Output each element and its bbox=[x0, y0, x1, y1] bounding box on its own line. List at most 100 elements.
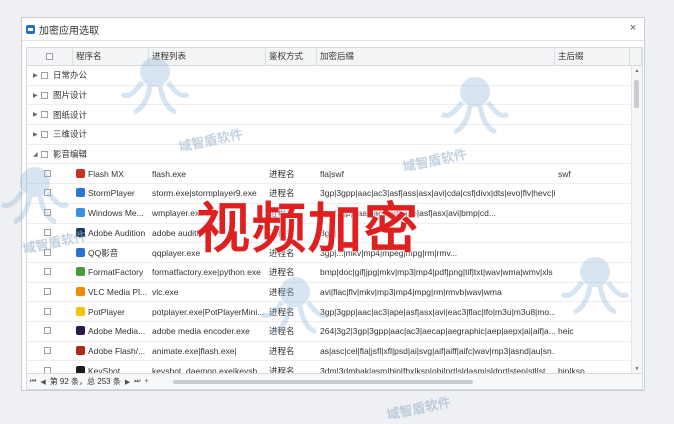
table-row[interactable]: StormPlayer storm.exe|stormplayer9.exe 进程名… bbox=[27, 184, 632, 204]
table-row[interactable]: Adobe Flash/... animate.exe|flash.exe| 进程名… bbox=[27, 342, 632, 362]
scroll-up-icon[interactable]: ▲ bbox=[633, 68, 641, 74]
app-icon bbox=[76, 188, 85, 198]
header-process[interactable]: 进程列表 bbox=[149, 48, 266, 65]
row-select[interactable] bbox=[27, 342, 73, 360]
row-select[interactable] bbox=[27, 283, 73, 301]
watermark-text: 域智盾软件 bbox=[385, 394, 453, 423]
header-select-all[interactable] bbox=[27, 48, 73, 65]
table-row[interactable]: Windows Me... wmplayer.exe 进程名 3gp|3gpp|aac… bbox=[27, 204, 632, 224]
group-label: 三维设计 bbox=[53, 129, 88, 140]
row-checkbox[interactable] bbox=[44, 189, 51, 197]
row-select[interactable] bbox=[27, 303, 73, 321]
cell-program: Adobe Flash/... bbox=[73, 342, 149, 360]
row-checkbox[interactable] bbox=[44, 307, 51, 315]
cell-auth: 进程名 bbox=[269, 286, 295, 297]
row-checkbox[interactable] bbox=[44, 209, 51, 217]
row-select[interactable] bbox=[27, 224, 73, 242]
cell-program: Adobe Audition bbox=[73, 224, 149, 242]
cell-process: storm.exe|stormplayer9.exe bbox=[152, 188, 257, 199]
group-checkbox[interactable] bbox=[41, 71, 48, 79]
select-all-checkbox[interactable] bbox=[46, 53, 53, 60]
app-icon bbox=[76, 345, 85, 355]
app-table: 程序名 进程列表 鉴权方式 加密后缀 主后缀 ▶ 日常办公 ▶ 图片设计 ▶ 图纸设计 ▶ 三… bbox=[26, 47, 643, 390]
cell-auth: 进程名 bbox=[269, 326, 295, 337]
row-checkbox[interactable] bbox=[44, 287, 51, 295]
row-select[interactable] bbox=[27, 184, 73, 202]
group-row[interactable]: ▶ 图片设计 bbox=[27, 86, 632, 106]
add-row-icon[interactable]: + bbox=[145, 378, 149, 385]
table-row[interactable]: QQ影音 qqplayer.exe 进程名 3gp|...|mkv|mp4|mpeg|… bbox=[27, 243, 632, 263]
row-checkbox[interactable] bbox=[44, 268, 51, 276]
group-checkbox[interactable] bbox=[41, 91, 48, 99]
group-checkbox[interactable] bbox=[41, 130, 48, 138]
group-checkbox[interactable] bbox=[41, 111, 48, 119]
row-select[interactable] bbox=[27, 204, 73, 222]
title-bar: 加密应用选取 × bbox=[22, 18, 644, 41]
group-row[interactable]: ▶ 日常办公 bbox=[27, 66, 632, 86]
row-select[interactable] bbox=[27, 165, 73, 183]
scroll-thumb[interactable] bbox=[634, 80, 639, 108]
table-header: 程序名 进程列表 鉴权方式 加密后缀 主后缀 bbox=[27, 48, 642, 66]
cell-suffix: 3gp|3gpp|aac|ac3|aiff|ape|asf|asx|avi|bm… bbox=[320, 208, 496, 219]
table-row[interactable]: VLC Media Pl... vlc.exe 进程名 avi|flac|flv|mk… bbox=[27, 283, 632, 303]
group-checkbox[interactable] bbox=[41, 150, 48, 158]
table-footer: ⏮ ◀ 第 92 条，总 253 条 ▶ ⏭ + bbox=[27, 373, 642, 389]
table-row[interactable]: PotPlayer potplayer.exe|PotPlayerMini... 进… bbox=[27, 302, 632, 322]
row-checkbox[interactable] bbox=[44, 228, 51, 236]
table-row[interactable]: FormatFactory formatfactory.exe|python.ex… bbox=[27, 263, 632, 283]
cell-suffix: as|asc|cel|fla|jsfl|xfl|psd|ai|svg|aif|a… bbox=[320, 345, 555, 356]
group-row[interactable]: ◢ 影音编辑 bbox=[27, 145, 632, 165]
program-name: Adobe Audition bbox=[88, 227, 146, 238]
cell-auth: 进程名 bbox=[269, 345, 295, 356]
group-row[interactable]: ▶ 图纸设计 bbox=[27, 105, 632, 126]
group-row[interactable]: ▶ 三维设计 bbox=[27, 125, 632, 145]
cell-program: Windows Me... bbox=[73, 204, 149, 222]
page-info: 第 92 条，总 253 条 bbox=[49, 377, 121, 386]
row-select[interactable] bbox=[27, 263, 73, 281]
cell-suffix: fla|swf bbox=[320, 168, 344, 179]
header-suffix[interactable]: 加密后缀 bbox=[317, 48, 555, 65]
program-name: Flash MX bbox=[88, 168, 124, 179]
cell-program: VLC Media Pl... bbox=[73, 283, 149, 301]
horizontal-scrollbar[interactable] bbox=[167, 378, 632, 386]
cell-process: adobe auditi bbox=[152, 227, 199, 238]
app-icon bbox=[76, 168, 85, 178]
scroll-down-icon[interactable]: ▼ bbox=[633, 366, 641, 372]
close-icon[interactable]: × bbox=[626, 21, 640, 35]
row-checkbox[interactable] bbox=[44, 346, 51, 354]
table-row[interactable]: Adobe Audition adobe auditi 进程名 3gp|... bbox=[27, 224, 632, 244]
cell-process: flash.exe bbox=[152, 168, 187, 179]
program-name: Windows Me... bbox=[88, 208, 144, 219]
table-row[interactable]: Flash MX flash.exe 进程名 fla|swf swf bbox=[27, 164, 632, 185]
cell-auth: 进程名 bbox=[269, 227, 295, 238]
program-name: FormatFactory bbox=[88, 267, 144, 278]
cell-auth: 进程名 bbox=[269, 208, 295, 219]
cell-process: vlc.exe bbox=[152, 286, 179, 297]
header-program[interactable]: 程序名 bbox=[73, 48, 149, 65]
caret-right-icon[interactable]: ▶ bbox=[33, 72, 41, 79]
first-page-icon[interactable]: ⏮ bbox=[30, 378, 36, 386]
table-row[interactable]: Adobe Media... adobe media encoder.exe 进程名… bbox=[27, 322, 632, 342]
cell-auth: 进程名 bbox=[269, 247, 295, 258]
caret-right-icon[interactable]: ▶ bbox=[33, 131, 41, 138]
cell-process: wmplayer.exe bbox=[152, 208, 204, 219]
caret-down-icon[interactable]: ◢ bbox=[33, 151, 41, 158]
caret-right-icon[interactable]: ▶ bbox=[33, 92, 41, 99]
row-select[interactable] bbox=[27, 322, 73, 340]
last-page-icon[interactable]: ⏭ bbox=[134, 378, 140, 386]
cell-main-suffix: heic bbox=[558, 326, 574, 337]
cell-suffix: bmp|doc|gif|jpg|mkv|mp3|mp4|pdf|png|tif|… bbox=[320, 267, 553, 278]
row-checkbox[interactable] bbox=[44, 169, 51, 177]
header-auth[interactable]: 鉴权方式 bbox=[266, 48, 317, 65]
row-select[interactable] bbox=[27, 244, 73, 262]
hscroll-thumb[interactable] bbox=[173, 380, 473, 384]
header-main-suffix[interactable]: 主后缀 bbox=[555, 48, 630, 65]
prev-page-icon[interactable]: ◀ bbox=[40, 378, 45, 386]
next-page-icon[interactable]: ▶ bbox=[125, 378, 130, 386]
cell-suffix: 3gp|...|mkv|mp4|mpeg|mpg|rm|rmv... bbox=[320, 247, 458, 258]
vertical-scrollbar[interactable]: ▲ ▼ bbox=[631, 66, 642, 374]
caret-right-icon[interactable]: ▶ bbox=[33, 111, 41, 118]
row-checkbox[interactable] bbox=[44, 327, 51, 335]
cell-process: formatfactory.exe|python.exe bbox=[152, 267, 261, 278]
row-checkbox[interactable] bbox=[44, 248, 51, 256]
